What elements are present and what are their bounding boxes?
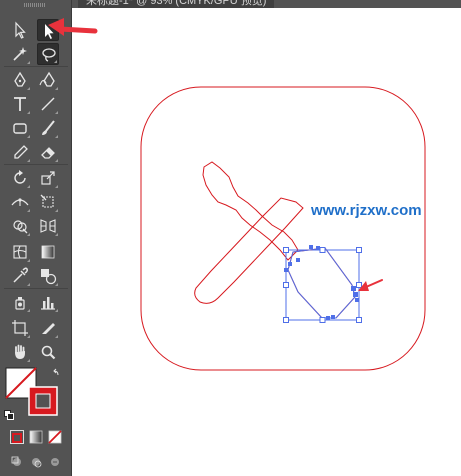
- artboard-canvas[interactable]: www.rjzxw.com: [0, 0, 461, 476]
- selected-anchor-points[interactable]: [284, 245, 359, 320]
- annotation-arrow-tool: [57, 26, 98, 34]
- watermark-text: www.rjzxw.com: [310, 202, 422, 219]
- screwdriver-shape[interactable]: [202, 161, 299, 261]
- annotation-arrow-anchor: [365, 279, 383, 288]
- annotation-arrowhead-tool: [48, 18, 64, 36]
- rounded-square-shape[interactable]: [140, 86, 426, 371]
